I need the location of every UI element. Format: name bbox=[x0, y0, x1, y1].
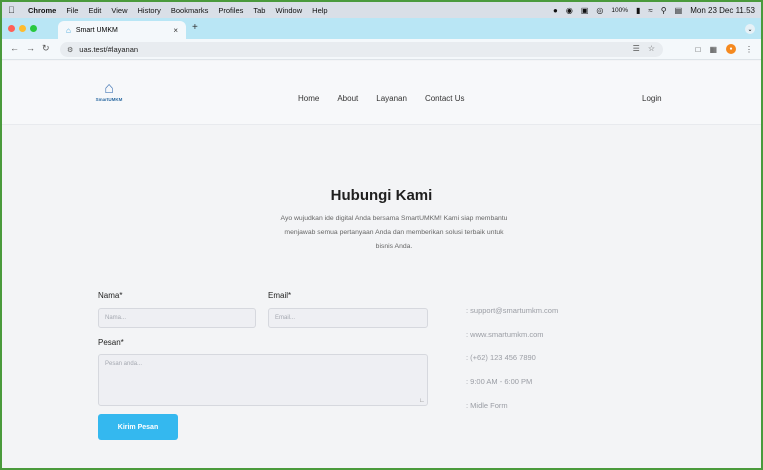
menu-file[interactable]: File bbox=[66, 6, 78, 15]
name-input[interactable]: Nama... bbox=[98, 308, 256, 328]
close-window-button[interactable] bbox=[8, 25, 15, 32]
macos-menubar:  Chrome File Edit View History Bookmark… bbox=[2, 2, 761, 18]
email-label: Email* bbox=[268, 291, 292, 300]
window-controls bbox=[8, 25, 37, 32]
menu-app-name[interactable]: Chrome bbox=[28, 6, 56, 15]
info-phone: : (+62) 123 456 7890 bbox=[466, 353, 536, 362]
info-address: : Midle Form bbox=[466, 401, 508, 410]
menu-history[interactable]: History bbox=[138, 6, 161, 15]
apple-icon[interactable]:  bbox=[8, 5, 18, 15]
screen:  Chrome File Edit View History Bookmark… bbox=[2, 2, 761, 468]
url-text[interactable]: uas.test/#layanan bbox=[79, 45, 138, 54]
translate-icon[interactable]: ☰ bbox=[633, 44, 640, 53]
section-title: Hubungi Kami bbox=[330, 187, 433, 204]
menu-bookmarks[interactable]: Bookmarks bbox=[171, 6, 209, 15]
nav-home[interactable]: Home bbox=[298, 94, 319, 103]
resize-handle-icon[interactable]: ∟ bbox=[419, 398, 425, 404]
site-header: ⌂ SmartUMKM Home About Layanan Contact U… bbox=[2, 61, 761, 125]
chevron-down-icon[interactable]: ⌄ bbox=[745, 24, 755, 34]
site-settings-icon[interactable]: ⚙ bbox=[67, 46, 73, 54]
menu-profiles[interactable]: Profiles bbox=[218, 6, 243, 15]
info-website: : www.smartumkm.com bbox=[466, 330, 544, 339]
control-center-icon[interactable]: ▤ bbox=[675, 6, 683, 15]
tab-title: Smart UMKM bbox=[75, 26, 118, 34]
menu-edit[interactable]: Edit bbox=[88, 6, 101, 15]
menu-tab[interactable]: Tab bbox=[253, 6, 265, 15]
web-page: ⌂ SmartUMKM Home About Layanan Contact U… bbox=[2, 61, 761, 468]
profile-avatar[interactable]: ● bbox=[726, 44, 736, 54]
status-app-icon[interactable]: ● bbox=[553, 6, 558, 15]
maximize-window-button[interactable] bbox=[30, 25, 37, 32]
address-bar[interactable]: ⚙ uas.test/#layanan ☰ ☆ bbox=[60, 42, 663, 57]
battery-icon[interactable]: ▮ bbox=[636, 6, 640, 15]
menu-help[interactable]: Help bbox=[312, 6, 327, 15]
bookmark-star-icon[interactable]: ☆ bbox=[648, 44, 655, 53]
status-app-icon[interactable]: ▣ bbox=[581, 6, 589, 15]
name-label: Nama* bbox=[98, 291, 123, 300]
house-logo-icon: ⌂ bbox=[104, 80, 114, 97]
login-link[interactable]: Login bbox=[642, 94, 662, 103]
message-placeholder: Pesan anda... bbox=[105, 361, 143, 367]
reading-list-icon[interactable]: □ bbox=[696, 45, 701, 54]
house-icon: ⌂ bbox=[66, 25, 71, 35]
section-intro: Ayo wujudkan ide digital Anda bersama Sm… bbox=[244, 212, 544, 254]
submit-button[interactable]: Kirim Pesan bbox=[98, 414, 178, 440]
reload-icon[interactable]: ↻ bbox=[42, 43, 50, 54]
nav-layanan[interactable]: Layanan bbox=[376, 94, 407, 103]
info-hours: : 9:00 AM - 6:00 PM bbox=[466, 377, 533, 386]
brand-name: SmartUMKM bbox=[95, 97, 123, 102]
back-icon[interactable]: ← bbox=[10, 43, 19, 53]
kebab-menu-icon[interactable]: ⋮ bbox=[745, 45, 753, 54]
info-email: : support@smartumkm.com bbox=[466, 306, 559, 315]
nav-about[interactable]: About bbox=[337, 94, 358, 103]
site-nav: Home About Layanan Contact Us bbox=[298, 94, 465, 103]
message-textarea[interactable]: Pesan anda... ∟ bbox=[98, 354, 428, 406]
status-app-icon[interactable]: ◉ bbox=[566, 6, 573, 15]
battery-percent[interactable]: 100% bbox=[611, 7, 628, 14]
toolbar-right: □ ▦ ● ⋮ bbox=[696, 44, 753, 54]
email-input[interactable]: Email... bbox=[268, 308, 428, 328]
wifi-icon[interactable]: ≈ bbox=[648, 6, 652, 15]
status-app-icon[interactable]: ◎ bbox=[596, 6, 603, 15]
minimize-window-button[interactable] bbox=[19, 25, 26, 32]
intro-line: Ayo wujudkan ide digital Anda bersama Sm… bbox=[280, 215, 508, 222]
menu-view[interactable]: View bbox=[111, 6, 127, 15]
extensions-icon[interactable]: ▦ bbox=[709, 45, 717, 54]
clock[interactable]: Mon 23 Dec 11.53 bbox=[690, 6, 755, 15]
site-logo[interactable]: ⌂ SmartUMKM bbox=[94, 80, 124, 103]
forward-icon[interactable]: → bbox=[26, 43, 35, 53]
intro-line: bisnis Anda. bbox=[375, 243, 413, 250]
intro-line: menjawab semua pertanyaan Anda dan membe… bbox=[284, 229, 504, 236]
browser-tab[interactable]: ⌂ Smart UMKM × bbox=[58, 21, 186, 39]
close-icon[interactable]: × bbox=[173, 26, 178, 35]
nav-contact[interactable]: Contact Us bbox=[425, 94, 465, 103]
new-tab-icon[interactable]: + bbox=[192, 22, 198, 33]
status-area: ● ◉ ▣ ◎ 100% ▮ ≈ ⚲ ▤ Mon 23 Dec 11.53 bbox=[553, 2, 755, 18]
message-label: Pesan* bbox=[98, 338, 124, 347]
tab-strip: ⌂ Smart UMKM × + ⌄ bbox=[2, 18, 761, 39]
browser-toolbar: ← → ↻ ⚙ uas.test/#layanan ☰ ☆ □ ▦ ● ⋮ bbox=[2, 39, 761, 60]
menu-window[interactable]: Window bbox=[275, 6, 302, 15]
search-icon[interactable]: ⚲ bbox=[661, 6, 667, 15]
